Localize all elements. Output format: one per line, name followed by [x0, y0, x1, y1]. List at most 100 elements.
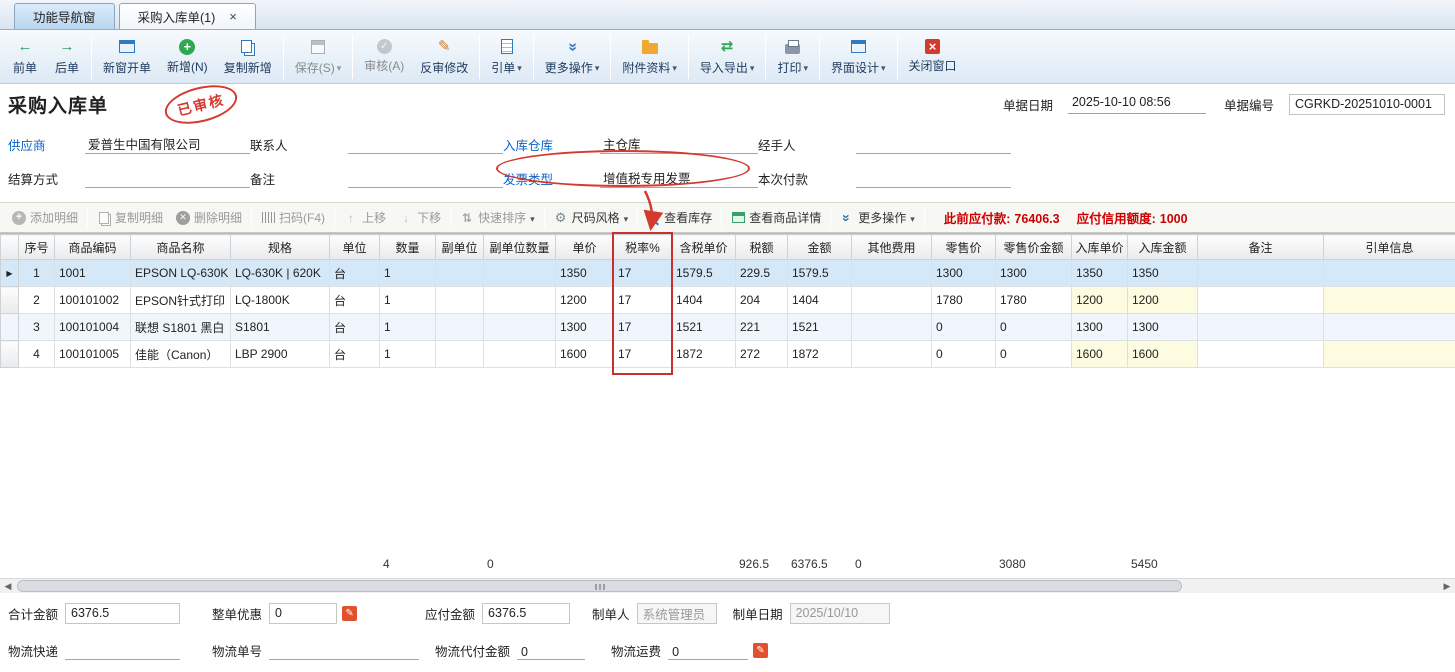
print-button[interactable]: 打印	[769, 35, 816, 79]
import-export-button[interactable]: 导入导出	[692, 35, 763, 79]
copy-new-button[interactable]: 复制新增	[216, 35, 280, 79]
cell[interactable]	[484, 314, 556, 341]
cell[interactable]: 1579.5	[788, 260, 852, 287]
contact-field[interactable]	[348, 134, 503, 154]
column-header[interactable]: 单价	[556, 235, 614, 260]
cell[interactable]	[1324, 260, 1455, 287]
cell[interactable]: 0	[932, 314, 996, 341]
column-header[interactable]: 数量	[380, 235, 436, 260]
edit-freight-icon[interactable]	[753, 643, 768, 658]
cell[interactable]: 台	[330, 260, 380, 287]
view-stock-button[interactable]: 查看库存	[641, 207, 718, 228]
column-header[interactable]: 商品编码	[55, 235, 131, 260]
save-button[interactable]: 保存(S)	[287, 35, 350, 79]
cell[interactable]: 1600	[1072, 341, 1128, 368]
payable-amount-field[interactable]: 6376.5	[482, 603, 570, 624]
cell[interactable]: 1872	[788, 341, 852, 368]
cell[interactable]: 1350	[1072, 260, 1128, 287]
cell[interactable]	[1324, 314, 1455, 341]
table-row[interactable]: 4100101005佳能（Canon）LBP 2900台116001718722…	[1, 341, 1455, 368]
cell[interactable]: 1872	[672, 341, 736, 368]
tab-close-icon[interactable]: ×	[229, 10, 237, 23]
cell[interactable]: 1200	[1072, 287, 1128, 314]
cell[interactable]: 17	[614, 341, 672, 368]
audit-button[interactable]: 审核(A)	[356, 36, 412, 77]
size-style-button[interactable]: 尺码风格	[548, 207, 635, 228]
cell[interactable]	[1324, 341, 1455, 368]
more-actions-button[interactable]: 更多操作	[537, 35, 608, 79]
column-header[interactable]: 税率%	[614, 235, 672, 260]
cell[interactable]: S1801	[231, 314, 330, 341]
cell[interactable]: 204	[736, 287, 788, 314]
cell[interactable]: 1350	[556, 260, 614, 287]
cell[interactable]: 0	[996, 314, 1072, 341]
cell[interactable]	[484, 287, 556, 314]
cell[interactable]: 1300	[996, 260, 1072, 287]
column-header[interactable]: 入库金额	[1128, 235, 1198, 260]
scan-button[interactable]: 扫码(F4)	[255, 207, 331, 228]
cell[interactable]: 2	[19, 287, 55, 314]
discount-field[interactable]: 0	[269, 603, 337, 624]
freight-field[interactable]: 0	[668, 640, 748, 660]
cell[interactable]: 4	[19, 341, 55, 368]
cell[interactable]: 0	[932, 341, 996, 368]
cell[interactable]: EPSON LQ-630K	[131, 260, 231, 287]
column-header[interactable]: 副单位数量	[484, 235, 556, 260]
cell[interactable]: 17	[614, 314, 672, 341]
cell[interactable]	[1198, 341, 1324, 368]
cell[interactable]: 1001	[55, 260, 131, 287]
horizontal-scrollbar[interactable]: ◀ ▶	[0, 578, 1455, 593]
tracking-number-field[interactable]	[269, 640, 419, 660]
cell[interactable]: 3	[19, 314, 55, 341]
cell[interactable]	[852, 287, 932, 314]
cell[interactable]: 联想 S1801 黑白	[131, 314, 231, 341]
cell[interactable]	[852, 260, 932, 287]
column-header[interactable]: 备注	[1198, 235, 1324, 260]
column-header[interactable]: 税额	[736, 235, 788, 260]
cell[interactable]: 台	[330, 314, 380, 341]
cell[interactable]	[852, 314, 932, 341]
cell[interactable]: 100101002	[55, 287, 131, 314]
invoice-type-field[interactable]: 增值税专用发票	[600, 168, 758, 188]
cell[interactable]: 100101005	[55, 341, 131, 368]
cod-amount-field[interactable]: 0	[517, 640, 585, 660]
total-amount-field[interactable]: 6376.5	[65, 603, 180, 624]
cell[interactable]: 1	[380, 260, 436, 287]
edit-discount-icon[interactable]	[342, 606, 357, 621]
cell[interactable]: LQ-1800K	[231, 287, 330, 314]
add-detail-button[interactable]: 添加明细	[6, 207, 84, 228]
cell[interactable]: 1521	[788, 314, 852, 341]
cell[interactable]: 1	[380, 341, 436, 368]
column-header[interactable]: 引单信息	[1324, 235, 1455, 260]
column-header[interactable]: 其他费用	[852, 235, 932, 260]
column-header[interactable]: 单位	[330, 235, 380, 260]
cell[interactable]: 1780	[932, 287, 996, 314]
cell[interactable]	[1198, 287, 1324, 314]
quick-sort-button[interactable]: 快速排序	[454, 207, 541, 228]
cell[interactable]: 1780	[996, 287, 1072, 314]
add-new-button[interactable]: 新增(N)	[159, 36, 216, 78]
attachments-button[interactable]: 附件资料	[614, 35, 685, 79]
column-header[interactable]: 零售价金额	[996, 235, 1072, 260]
table-row[interactable]: 2100101002EPSON针式打印LQ-1800K台112001714042…	[1, 287, 1455, 314]
cell[interactable]	[436, 314, 484, 341]
cell[interactable]: 1521	[672, 314, 736, 341]
cell[interactable]: 佳能（Canon）	[131, 341, 231, 368]
warehouse-field[interactable]: 主仓库	[600, 134, 758, 154]
cell[interactable]: 17	[614, 260, 672, 287]
cell[interactable]: 1404	[788, 287, 852, 314]
cell[interactable]: 1	[19, 260, 55, 287]
cell[interactable]	[1198, 260, 1324, 287]
table-row[interactable]: ▶11001EPSON LQ-630KLQ-630K | 620K台113501…	[1, 260, 1455, 287]
view-product-button[interactable]: 查看商品详情	[725, 207, 827, 228]
cell[interactable]: 1300	[556, 314, 614, 341]
cell[interactable]: 1200	[556, 287, 614, 314]
cell[interactable]: 1200	[1128, 287, 1198, 314]
column-header[interactable]: 规格	[231, 235, 330, 260]
logistics-express-field[interactable]	[65, 640, 180, 660]
cell[interactable]	[436, 341, 484, 368]
cell[interactable]: 221	[736, 314, 788, 341]
cell[interactable]	[852, 341, 932, 368]
cell[interactable]	[436, 287, 484, 314]
cell[interactable]: 1350	[1128, 260, 1198, 287]
